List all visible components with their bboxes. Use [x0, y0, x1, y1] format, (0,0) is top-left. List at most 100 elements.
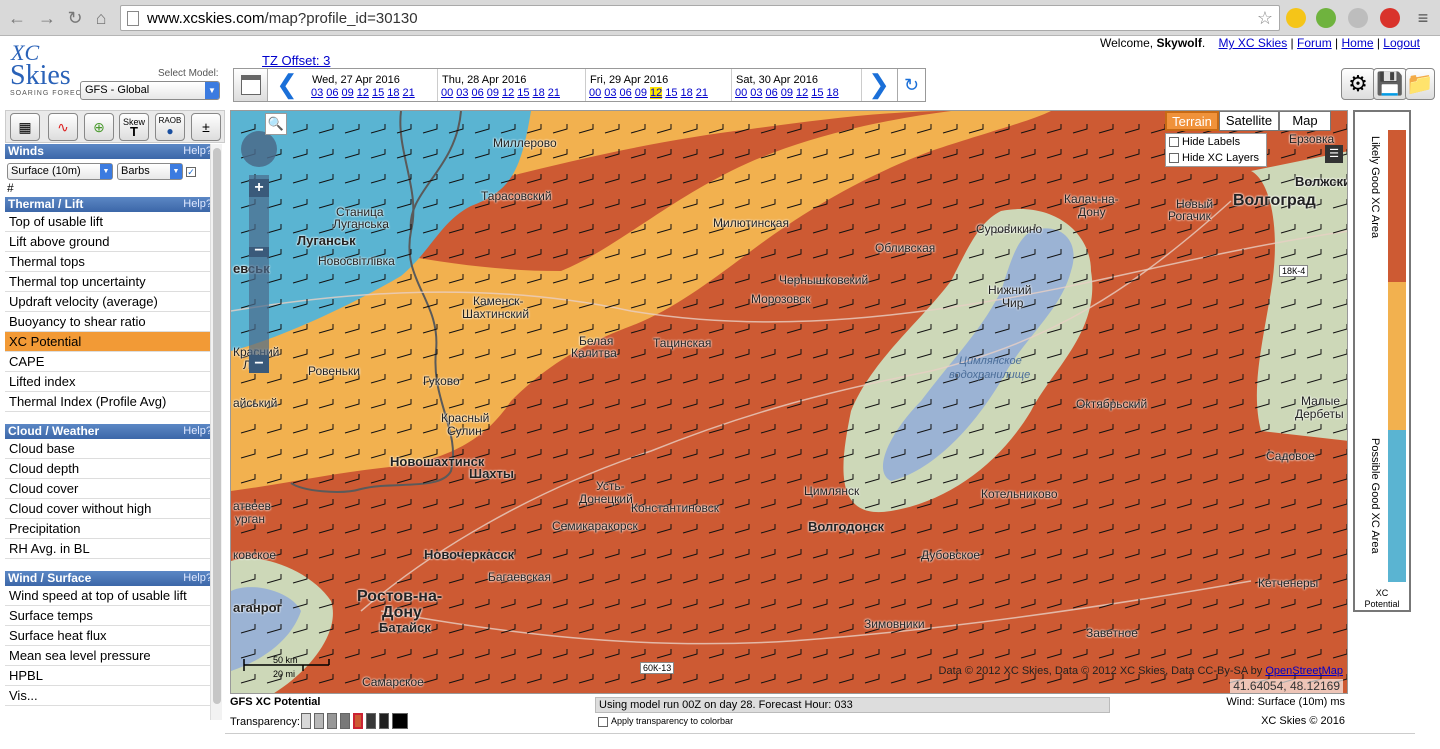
reload-icon[interactable]: ↻ — [64, 7, 86, 29]
help-link[interactable]: Help? — [183, 424, 212, 439]
forecast-hour-link[interactable]: 06 — [326, 87, 338, 99]
tz-offset-link[interactable]: TZ Offset: 3 — [262, 53, 330, 68]
open-folder-icon[interactable]: 📁 — [1405, 68, 1435, 100]
forecast-hour-link[interactable]: 21 — [696, 87, 708, 99]
forecast-hour-link[interactable]: 03 — [750, 87, 762, 99]
apply-transparency-checkbox[interactable] — [598, 716, 608, 727]
forecast-hour-link[interactable]: 06 — [620, 87, 632, 99]
settings-gear-icon[interactable]: ⚙ — [1341, 68, 1375, 100]
layer-item[interactable]: Mean sea level pressure — [5, 646, 215, 666]
sidebar-scrollbar[interactable] — [210, 144, 222, 720]
map-type-satellite[interactable]: Satellite — [1219, 111, 1279, 131]
forecast-map[interactable]: Миллерово Тарасовский Станица Луганська Луга… — [230, 110, 1348, 694]
forecast-hour-link[interactable]: 18 — [681, 87, 693, 99]
forecast-hour-link[interactable]: 09 — [781, 87, 793, 99]
avast-extension-icon[interactable] — [1380, 8, 1400, 28]
layer-item[interactable]: Vis... — [5, 686, 215, 706]
plus-minus-icon[interactable]: ± — [191, 113, 221, 141]
scrollbar-thumb[interactable] — [213, 148, 221, 704]
forum-link[interactable]: Forum — [1297, 36, 1332, 50]
pan-control[interactable] — [241, 131, 277, 167]
transparency-option[interactable] — [314, 713, 324, 729]
transparency-option[interactable] — [379, 713, 389, 729]
forecast-hour-link[interactable]: 12 — [357, 87, 369, 99]
transparency-option[interactable] — [327, 713, 337, 729]
select-area-icon[interactable]: ▦ — [10, 113, 40, 141]
xcskies-logo[interactable]: XC Skies SOARING FORECASTS — [8, 40, 103, 102]
forward-icon[interactable]: → — [36, 7, 58, 29]
transparency-option[interactable] — [353, 713, 363, 729]
home-link[interactable]: Home — [1341, 36, 1373, 50]
wind-enabled-checkbox[interactable]: ✓ — [186, 167, 196, 177]
calendar-button[interactable] — [234, 69, 268, 101]
crosshair-icon[interactable]: ⊕ — [84, 113, 114, 141]
my-xc-skies-link[interactable]: My XC Skies — [1219, 36, 1288, 50]
zoom-slider-handle[interactable]: − — [249, 243, 269, 259]
map-type-terrain[interactable]: Terrain — [1165, 111, 1219, 131]
route-line-icon[interactable]: ∿ — [48, 113, 78, 141]
zoom-in-button[interactable]: + — [249, 179, 269, 197]
star-extension-icon[interactable] — [1286, 8, 1306, 28]
logout-link[interactable]: Logout — [1383, 36, 1420, 50]
layer-item[interactable]: Cloud base — [5, 439, 215, 459]
raob-icon[interactable]: RAOB ● — [155, 113, 185, 141]
circle-extension-icon[interactable] — [1348, 8, 1368, 28]
address-bar[interactable]: www.xcskies.com/map?profile_id=30130 ☆ — [120, 5, 1280, 31]
forecast-hour-link[interactable]: 03 — [456, 87, 468, 99]
forecast-hour-link[interactable]: 15 — [665, 87, 677, 99]
forecast-hour-link[interactable]: 21 — [548, 87, 560, 99]
home-icon[interactable]: ⌂ — [90, 7, 112, 29]
zoom-out-button[interactable]: − — [249, 355, 269, 373]
layer-item[interactable]: RH Avg. in BL — [5, 539, 215, 559]
layer-item[interactable]: Thermal tops — [5, 252, 215, 272]
layer-item[interactable]: HPBL — [5, 666, 215, 686]
forecast-hour-link[interactable]: 15 — [811, 87, 823, 99]
hide-xc-layers-checkbox[interactable] — [1169, 153, 1179, 163]
forecast-hour-link[interactable]: 00 — [589, 87, 601, 99]
forecast-hour-link[interactable]: 12 — [650, 87, 663, 99]
forecast-hour-link[interactable]: 00 — [441, 87, 453, 99]
help-link[interactable]: Help? — [183, 144, 212, 159]
forecast-hour-link[interactable]: 09 — [635, 87, 647, 99]
previous-time-button[interactable]: ❮ — [270, 69, 304, 101]
back-icon[interactable]: ← — [6, 7, 28, 29]
layer-item[interactable]: Buoyancy to shear ratio — [5, 312, 215, 332]
hide-labels-checkbox[interactable] — [1169, 137, 1179, 147]
transparency-option[interactable] — [340, 713, 350, 729]
forecast-hour-link[interactable]: 15 — [372, 87, 384, 99]
layer-item[interactable]: Cloud cover without high — [5, 499, 215, 519]
forecast-hour-link[interactable]: 21 — [403, 87, 415, 99]
layer-item[interactable]: Cloud depth — [5, 459, 215, 479]
forecast-hour-link[interactable]: 00 — [735, 87, 747, 99]
next-time-button[interactable]: ❯ — [862, 69, 896, 101]
wind-level-select[interactable]: Surface (10m) ▼ — [7, 163, 113, 180]
layer-item[interactable]: Surface temps — [5, 606, 215, 626]
forecast-hour-link[interactable]: 09 — [342, 87, 354, 99]
layer-item[interactable]: Thermal top uncertainty — [5, 272, 215, 292]
magnifier-icon[interactable]: 🔍 — [265, 113, 287, 135]
layer-item[interactable]: Cloud cover — [5, 479, 215, 499]
layer-item[interactable]: Wind speed at top of usable lift — [5, 586, 215, 606]
forecast-hour-link[interactable]: 18 — [827, 87, 839, 99]
forecast-hour-link[interactable]: 18 — [533, 87, 545, 99]
transparency-option[interactable] — [366, 713, 376, 729]
transparency-option[interactable] — [301, 713, 311, 729]
help-link[interactable]: Help? — [183, 571, 212, 586]
layer-item[interactable]: XC Potential — [5, 332, 215, 352]
wind-style-select[interactable]: Barbs ▼ — [117, 163, 183, 180]
zoom-slider[interactable] — [249, 175, 269, 371]
skew-t-icon[interactable]: Skew T — [119, 113, 149, 141]
map-type-map[interactable]: Map — [1279, 111, 1331, 131]
layer-item[interactable]: Updraft velocity (average) — [5, 292, 215, 312]
layer-item[interactable]: Top of usable lift — [5, 212, 215, 232]
help-link[interactable]: Help? — [183, 197, 212, 212]
forecast-hour-link[interactable]: 06 — [766, 87, 778, 99]
layer-item[interactable]: Surface heat flux — [5, 626, 215, 646]
forecast-hour-link[interactable]: 15 — [517, 87, 529, 99]
layer-item[interactable]: Lift above ground — [5, 232, 215, 252]
forecast-hour-link[interactable]: 09 — [487, 87, 499, 99]
forecast-hour-link[interactable]: 18 — [387, 87, 399, 99]
menu-icon[interactable]: ≡ — [1412, 7, 1434, 29]
openstreetmap-link[interactable]: OpenStreetMap — [1265, 665, 1343, 677]
forecast-hour-link[interactable]: 06 — [472, 87, 484, 99]
